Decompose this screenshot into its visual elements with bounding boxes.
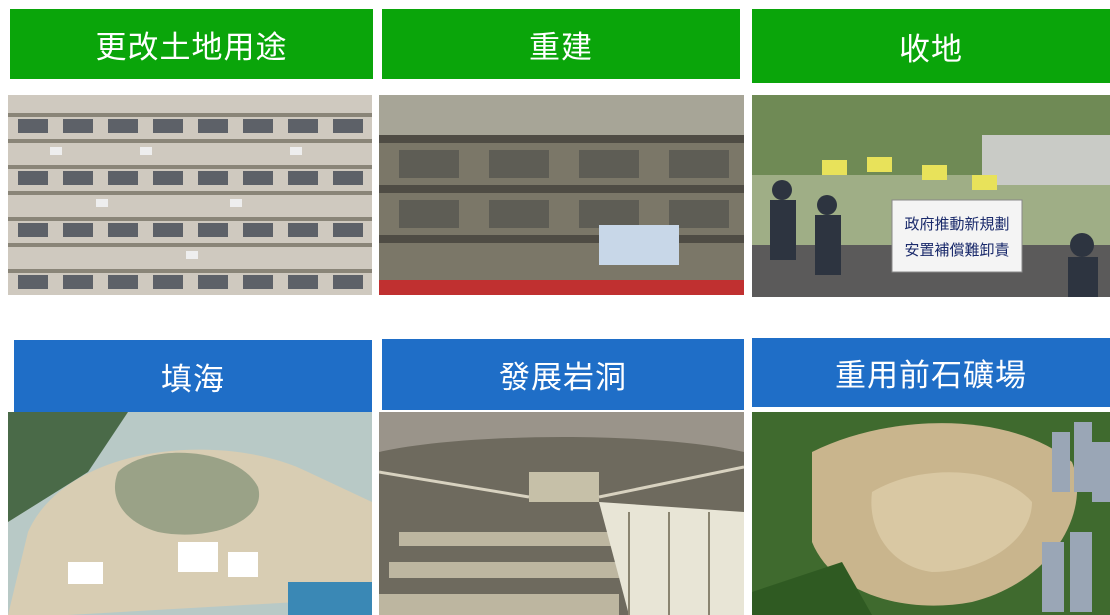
tile-title: 發展岩洞 [499,360,627,396]
tile-banner-reclamation: 填海 [14,340,372,412]
tile-banner-quarry-reuse: 重用前石礦場 [752,338,1110,407]
tile-title: 收地 [899,31,963,68]
tile-title: 更改土地用途 [95,29,288,66]
tile-title: 填海 [161,361,225,398]
photo-residential-tower [8,95,372,295]
photo-reclamation-aerial [8,412,372,615]
tile-banner-land-use-change: 更改土地用途 [10,9,373,79]
photo-former-quarry [752,412,1110,615]
tile-banner-land-resumption: 收地 [752,9,1110,83]
photo-protest: 政府推動新規劃 安置補償難卸責 [752,95,1110,297]
protest-banner-line2: 安置補償難卸責 [904,241,1009,259]
tile-title: 重用前石礦場 [835,358,1027,394]
photo-cavern-interior [379,412,744,615]
tile-title: 重建 [529,29,593,66]
photo-old-tenement [379,95,744,295]
tile-banner-redevelopment: 重建 [382,9,740,79]
protest-banner-line1: 政府推動新規劃 [904,215,1009,233]
tile-banner-rock-cavern: 發展岩洞 [382,339,744,410]
